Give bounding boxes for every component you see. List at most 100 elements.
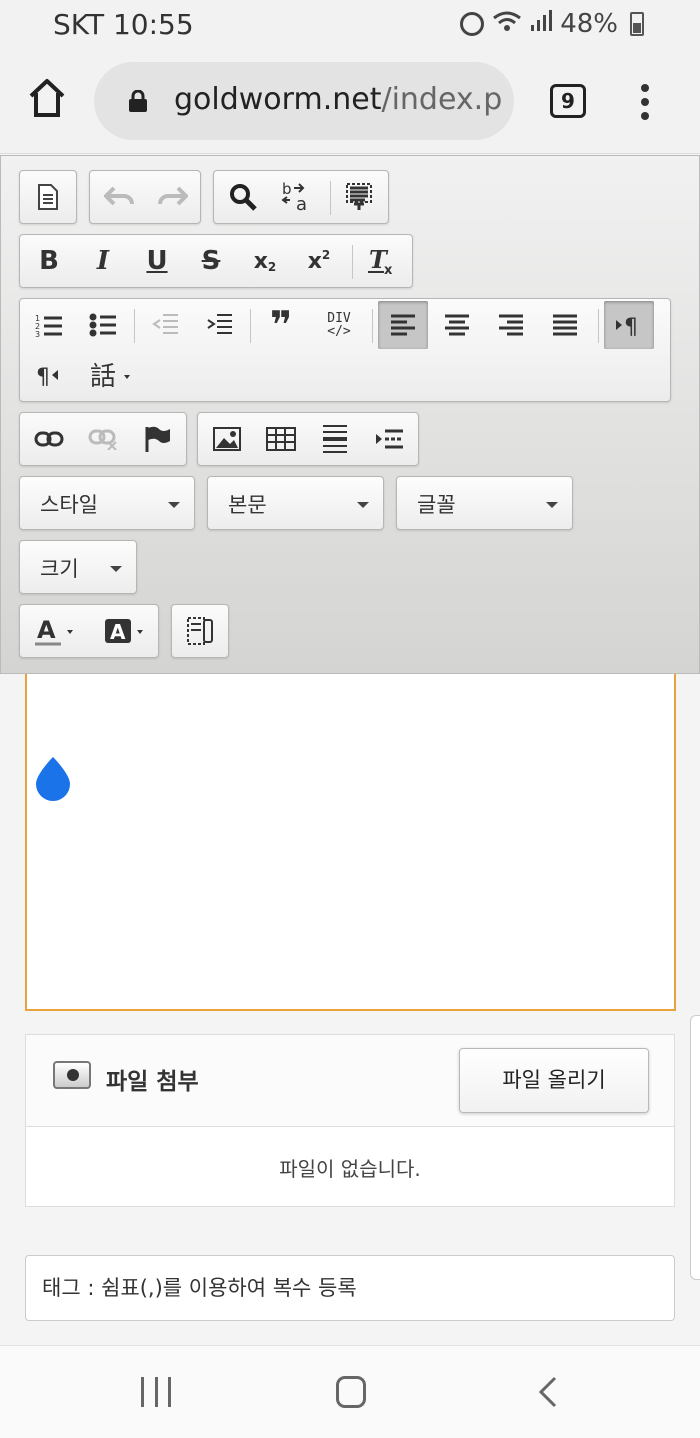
find-icon[interactable] (218, 173, 268, 221)
format-dropdown-label: 본문 (228, 493, 267, 517)
remove-format-icon[interactable]: Tx (356, 237, 406, 285)
page-break-icon[interactable] (364, 415, 414, 463)
camera-icon (53, 1061, 91, 1089)
justify-icon[interactable] (540, 301, 590, 349)
nav-back-icon[interactable] (538, 1376, 558, 1408)
anchor-flag-icon[interactable] (132, 415, 182, 463)
recent-apps-icon[interactable] (141, 1377, 171, 1407)
source-document-icon[interactable] (23, 173, 73, 221)
history-group (89, 170, 201, 224)
colors-group: A A (19, 604, 159, 658)
size-dropdown[interactable]: 크기 (19, 540, 137, 594)
size-dropdown-label: 크기 (40, 557, 79, 581)
wifi-icon (492, 10, 522, 38)
chevron-down-icon (546, 502, 558, 508)
document-group (19, 170, 77, 224)
underline-button[interactable]: U (132, 237, 182, 285)
format-dropdown[interactable]: 본문 (207, 476, 384, 530)
svg-text:¶: ¶ (624, 315, 638, 337)
svg-text:b: b (282, 180, 292, 198)
link-icon[interactable] (24, 415, 74, 463)
alarm-icon (460, 12, 485, 36)
style-dropdown[interactable]: 스타일 (19, 476, 195, 530)
svg-text:a: a (296, 194, 307, 214)
status-bar: SKT 10:55 48% (0, 0, 700, 52)
links-group (19, 412, 187, 466)
text-cursor-handle-icon[interactable] (34, 756, 72, 802)
outdent-icon[interactable] (140, 301, 190, 349)
strikethrough-button[interactable]: S (186, 237, 236, 285)
svg-text:¶: ¶ (36, 365, 50, 387)
home-icon[interactable] (28, 78, 66, 118)
url-field[interactable]: goldworm.net/index.p (94, 62, 514, 140)
style-dropdown-label: 스타일 (40, 493, 98, 517)
create-div-button[interactable]: DIV </> (314, 301, 364, 349)
redo-icon[interactable] (148, 173, 198, 221)
chevron-down-icon (110, 566, 122, 572)
table-icon[interactable] (256, 415, 306, 463)
numbered-list-icon[interactable]: 123 (24, 301, 74, 349)
file-attach-header: 파일 첨부 파일 올리기 (26, 1035, 674, 1127)
no-files-message: 파일이 없습니다. (279, 1157, 421, 1181)
side-scroll-handle[interactable] (690, 1015, 700, 1280)
basic-styles-group: B I U S x2 x2 Tx (19, 234, 413, 288)
chevron-down-icon (357, 502, 369, 508)
text-color-icon[interactable]: A (26, 607, 86, 655)
clock-label: 10:55 (112, 8, 194, 41)
url-path: /index.p (381, 82, 503, 117)
svg-text:A: A (37, 616, 56, 644)
text-direction-ltr-icon[interactable]: ¶ (604, 301, 654, 349)
battery-percent: 48% (560, 9, 618, 39)
editor-content-area[interactable] (25, 674, 676, 1011)
bulleted-list-icon[interactable] (78, 301, 128, 349)
battery-icon (630, 12, 644, 36)
overflow-menu-icon[interactable] (641, 84, 649, 120)
align-left-icon[interactable] (378, 301, 428, 349)
svg-text:話: 話 (90, 362, 116, 390)
font-dropdown[interactable]: 글꼴 (396, 476, 573, 530)
blockquote-button[interactable]: ❞ (256, 301, 306, 349)
unlink-icon[interactable] (78, 415, 128, 463)
nav-home-icon[interactable] (336, 1376, 366, 1408)
insert-group (197, 412, 419, 466)
file-attach-title: 파일 첨부 (106, 1069, 199, 1095)
align-right-icon[interactable] (486, 301, 536, 349)
browser-address-bar: goldworm.net/index.p 9 (0, 52, 700, 154)
system-nav-bar (0, 1345, 700, 1438)
paragraph-group: 123 ❞ DIV </> ¶ ¶ 話 (19, 298, 671, 402)
text-direction-rtl-icon[interactable]: ¶ (24, 351, 74, 399)
svg-text:x: x (384, 263, 393, 276)
tab-switcher-button[interactable]: 9 (550, 84, 586, 118)
file-attach-panel: 파일 첨부 파일 올리기 파일이 없습니다. (25, 1034, 675, 1207)
show-blocks-icon[interactable] (175, 607, 225, 655)
lock-icon (128, 89, 148, 112)
superscript-button[interactable]: x2 (294, 237, 344, 285)
italic-button[interactable]: I (78, 237, 128, 285)
tag-input[interactable]: 태그 : 쉼표(,)를 이용하여 복수 등록 (25, 1255, 675, 1321)
horizontal-rule-icon[interactable] (310, 415, 360, 463)
chevron-down-icon (168, 502, 180, 508)
select-all-icon[interactable] (334, 173, 384, 221)
find-group: ba (213, 170, 389, 224)
svg-text:A: A (110, 620, 126, 644)
upload-file-button[interactable]: 파일 올리기 (459, 1048, 649, 1113)
font-dropdown-label: 글꼴 (417, 493, 456, 517)
url-host: goldworm.net (174, 82, 382, 117)
image-icon[interactable] (202, 415, 252, 463)
carrier-label: SKT (53, 8, 105, 41)
language-icon[interactable]: 話 (84, 351, 144, 399)
status-icons: 48% (460, 9, 644, 39)
url-text: goldworm.net/index.p (174, 82, 502, 117)
bold-button[interactable]: B (24, 237, 74, 285)
status-time: SKT 10:55 (53, 8, 194, 41)
align-center-icon[interactable] (432, 301, 482, 349)
editor-toolbar: ba B I U S x2 x2 Tx 123 ❞ DIV </> ¶ ¶ 話 … (0, 155, 700, 674)
undo-icon[interactable] (94, 173, 144, 221)
subscript-button[interactable]: x2 (240, 237, 290, 285)
show-blocks-group (171, 604, 229, 658)
signal-icon (530, 10, 553, 38)
indent-icon[interactable] (194, 301, 244, 349)
background-color-icon[interactable]: A (96, 607, 156, 655)
svg-text:3: 3 (35, 330, 40, 338)
replace-icon[interactable]: ba (272, 173, 322, 221)
